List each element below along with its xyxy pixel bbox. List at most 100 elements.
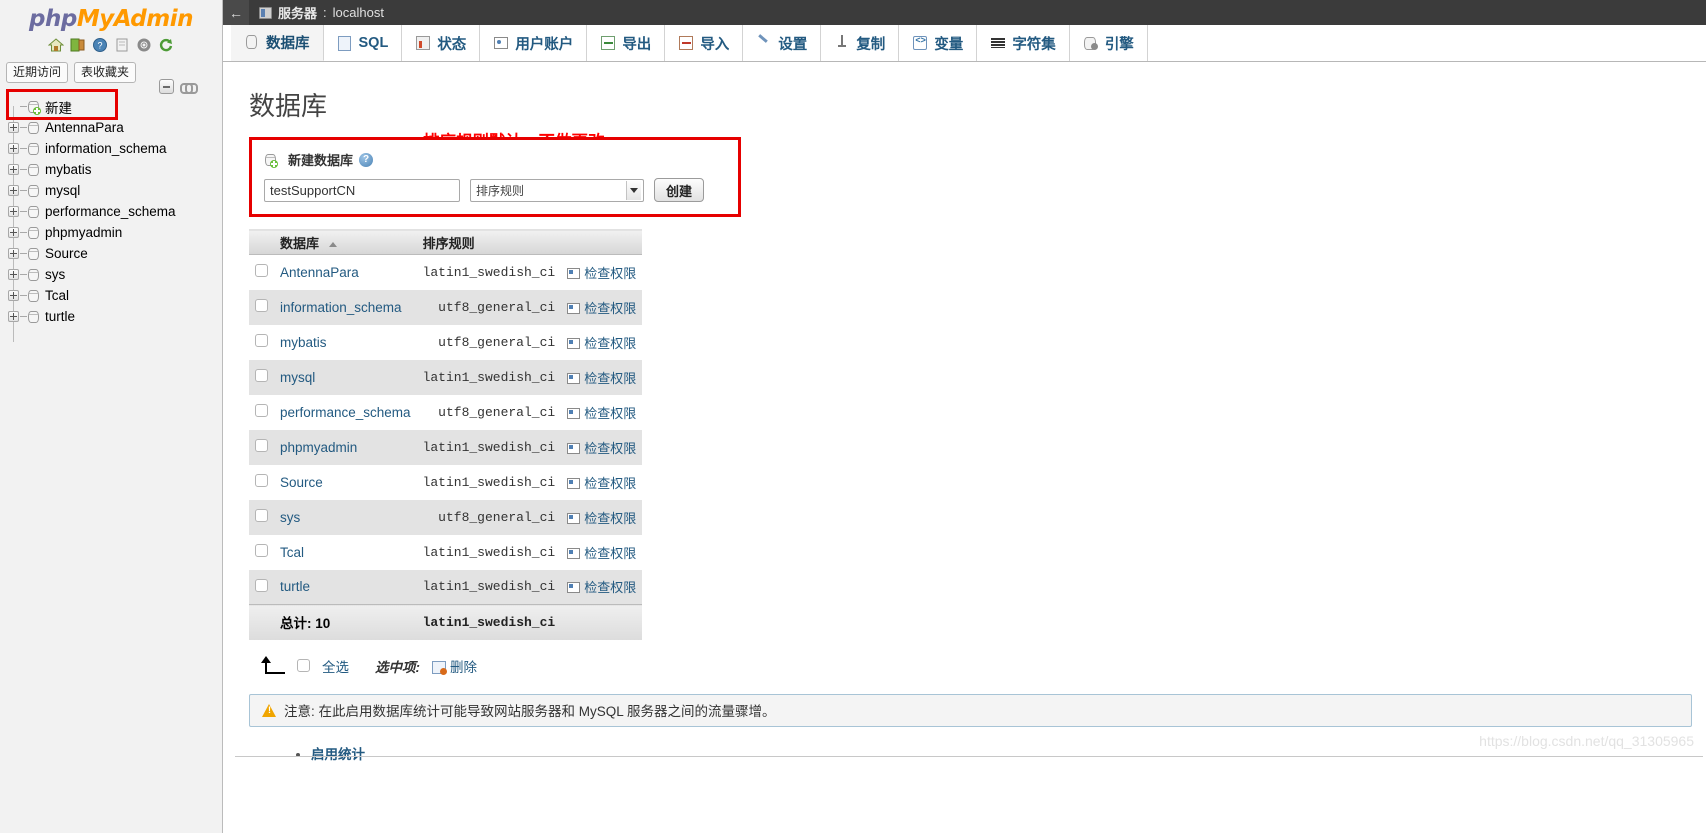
tree-item-label: mybatis — [45, 162, 92, 177]
row-checkbox[interactable] — [255, 509, 268, 522]
table-row[interactable]: mybatis utf8_general_ci 检查权限 — [249, 324, 643, 360]
tab-import[interactable]: 导入 — [665, 25, 744, 61]
expand-icon[interactable] — [8, 227, 19, 238]
tree-item-mybatis[interactable]: mybatis — [0, 159, 223, 180]
tree-item-performance-schema[interactable]: performance_schema — [0, 201, 223, 222]
tree-item-turtle[interactable]: turtle — [0, 306, 223, 327]
row-checkbox[interactable] — [255, 439, 268, 452]
table-row[interactable]: Source latin1_swedish_ci 检查权限 — [249, 464, 643, 500]
expand-icon[interactable] — [8, 185, 19, 196]
row-checkbox[interactable] — [255, 299, 268, 312]
table-row[interactable]: information_schema utf8_general_ci 检查权限 — [249, 289, 643, 325]
collapse-all-icon[interactable] — [159, 79, 174, 94]
exit-icon[interactable] — [70, 37, 86, 53]
table-row[interactable]: turtle latin1_swedish_ci 检查权限 — [249, 569, 643, 605]
expand-icon[interactable] — [8, 164, 19, 175]
database-link[interactable]: performance_schema — [280, 405, 411, 420]
phpmyadmin-logo[interactable]: phpMyAdmin — [0, 0, 222, 32]
favorite-tables-tab[interactable]: 表收藏夹 — [74, 62, 137, 83]
table-row[interactable]: Tcal latin1_swedish_ci 检查权限 — [249, 534, 643, 570]
docs-icon[interactable] — [114, 37, 130, 53]
tab-sql[interactable]: SQL — [323, 25, 403, 61]
database-link[interactable]: mybatis — [280, 335, 327, 350]
table-row[interactable]: performance_schema utf8_general_ci 检查权限 — [249, 394, 643, 430]
row-checkbox[interactable] — [255, 334, 268, 347]
row-checkbox[interactable] — [255, 264, 268, 278]
expand-icon[interactable] — [8, 311, 19, 322]
delete-link[interactable]: 删除 — [450, 660, 477, 675]
database-link[interactable]: mysql — [280, 370, 315, 385]
tab-charsets[interactable]: 字符集 — [977, 25, 1070, 61]
tab-user-accounts[interactable]: 用户账户 — [480, 25, 588, 61]
settings-icon[interactable] — [136, 37, 152, 53]
selection-toolbar: 全选 选中项: 删除 — [259, 655, 1706, 676]
tree-item-information-schema[interactable]: information_schema — [0, 138, 223, 159]
tree-item-source[interactable]: Source — [0, 243, 223, 264]
link-with-main-panel-icon[interactable] — [180, 80, 198, 94]
database-link[interactable]: sys — [280, 510, 300, 525]
column-header-database[interactable]: 数据库 — [274, 229, 417, 255]
expand-icon[interactable] — [8, 269, 19, 280]
expand-icon[interactable] — [8, 248, 19, 259]
check-privileges-link[interactable]: 检查权限 — [584, 476, 636, 491]
database-link[interactable]: turtle — [280, 579, 310, 594]
row-checkbox[interactable] — [255, 474, 268, 487]
expand-icon[interactable] — [8, 122, 19, 133]
check-privileges-link[interactable]: 检查权限 — [584, 511, 636, 526]
database-link[interactable]: AntennaPara — [280, 265, 359, 280]
chevron-down-icon[interactable] — [626, 180, 641, 200]
check-privileges-link[interactable]: 检查权限 — [584, 336, 636, 351]
check-privileges-link[interactable]: 检查权限 — [584, 580, 636, 595]
home-icon[interactable] — [47, 37, 65, 53]
table-row[interactable]: AntennaPara latin1_swedish_ci 检查权限 — [249, 254, 643, 290]
help-icon[interactable]: ? — [92, 37, 108, 53]
tab-engines[interactable]: 引擎 — [1069, 25, 1148, 61]
check-privileges-link[interactable]: 检查权限 — [584, 441, 636, 456]
tree-item-new[interactable]: 新建 — [0, 96, 223, 117]
row-checkbox[interactable] — [255, 369, 268, 382]
tab-replication[interactable]: 复制 — [821, 25, 900, 61]
recent-tables-tab[interactable]: 近期访问 — [6, 62, 69, 83]
expand-icon[interactable] — [8, 206, 19, 217]
tree-item-mysql[interactable]: mysql — [0, 180, 223, 201]
check-privileges-link[interactable]: 检查权限 — [584, 546, 636, 561]
table-row[interactable]: mysql latin1_swedish_ci 检查权限 — [249, 359, 643, 395]
table-row[interactable]: sys utf8_general_ci 检查权限 — [249, 499, 643, 535]
row-checkbox[interactable] — [255, 544, 268, 557]
check-privileges-link[interactable]: 检查权限 — [584, 406, 636, 421]
database-link[interactable]: Source — [280, 475, 323, 490]
tree-item-sys[interactable]: sys — [0, 264, 223, 285]
row-checkbox-cell — [249, 500, 274, 535]
expand-icon[interactable] — [8, 290, 19, 301]
help-icon[interactable]: ? — [359, 152, 374, 167]
database-name-input[interactable] — [264, 178, 460, 202]
back-button[interactable]: ← — [223, 0, 249, 25]
tab-status[interactable]: 状态 — [402, 25, 481, 61]
create-button[interactable]: 创建 — [654, 178, 705, 202]
check-privileges-link[interactable]: 检查权限 — [584, 266, 636, 281]
tree-item-tcal[interactable]: Tcal — [0, 285, 223, 306]
tree-item-antennapara[interactable]: AntennaPara — [0, 117, 223, 138]
database-link[interactable]: Tcal — [280, 545, 304, 560]
collation-select[interactable]: 排序规则 — [470, 178, 644, 202]
expand-icon[interactable] — [8, 143, 19, 154]
database-link[interactable]: phpmyadmin — [280, 440, 357, 455]
tab-export[interactable]: 导出 — [587, 25, 666, 61]
table-row[interactable]: phpmyadmin latin1_swedish_ci 检查权限 — [249, 429, 643, 465]
select-all-checkbox[interactable] — [297, 659, 310, 672]
check-privileges-link[interactable]: 检查权限 — [584, 301, 636, 316]
row-checkbox[interactable] — [255, 578, 268, 592]
row-checkbox[interactable] — [255, 404, 268, 417]
check-privileges-link[interactable]: 检查权限 — [584, 371, 636, 386]
select-all-label[interactable]: 全选 — [322, 656, 349, 676]
refresh-icon[interactable] — [158, 37, 174, 53]
svg-text:?: ? — [97, 41, 102, 51]
tab-settings[interactable]: 设置 — [743, 25, 822, 61]
tab-databases[interactable]: 数据库 — [231, 25, 324, 61]
tab-variables[interactable]: 变量 — [899, 25, 978, 61]
column-header-collation[interactable]: 排序规则 — [416, 229, 562, 255]
enable-statistics-link[interactable]: 启用统计 — [311, 747, 365, 762]
tree-item-phpmyadmin[interactable]: phpmyadmin — [0, 222, 223, 243]
delete-action[interactable]: 删除 — [432, 656, 477, 676]
database-link[interactable]: information_schema — [280, 300, 402, 315]
